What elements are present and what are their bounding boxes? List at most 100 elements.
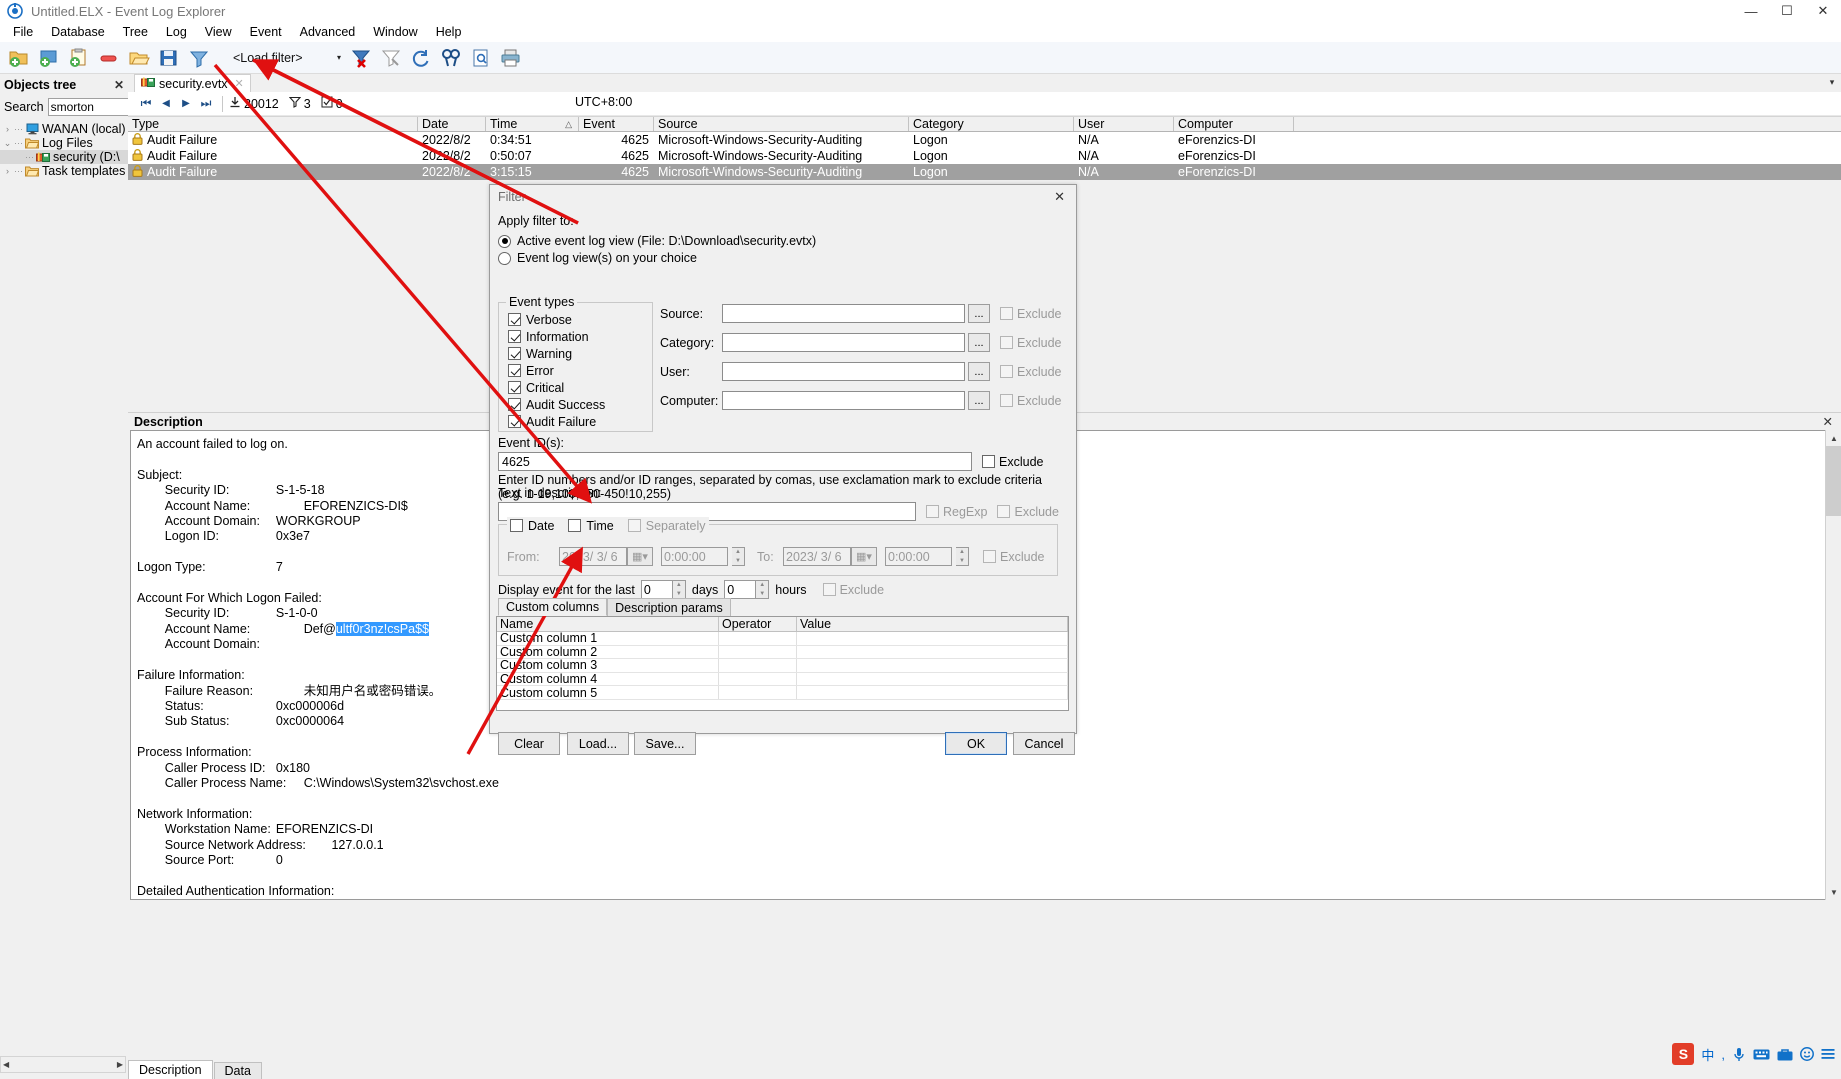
language-indicator[interactable]: 中 bbox=[1701, 1045, 1714, 1064]
checkbox[interactable] bbox=[508, 381, 521, 394]
menu-view[interactable]: View bbox=[196, 23, 241, 41]
tab-description[interactable]: Description bbox=[128, 1060, 213, 1079]
computer-input[interactable] bbox=[722, 391, 965, 410]
checkbox[interactable] bbox=[1000, 365, 1013, 378]
new-computer-icon[interactable] bbox=[34, 44, 64, 72]
maximize-button[interactable]: ☐ bbox=[1769, 0, 1805, 22]
tab-scroll-down-icon[interactable]: ▾ bbox=[1825, 75, 1839, 89]
source-input[interactable] bbox=[722, 304, 965, 323]
column-header-type[interactable]: Type bbox=[128, 117, 418, 131]
table-row[interactable]: Audit Failure 2022/8/2 3:15:15 4625 Micr… bbox=[128, 164, 1841, 180]
load-button[interactable]: Load... bbox=[567, 732, 629, 755]
checkbox[interactable] bbox=[997, 505, 1011, 518]
filter-icon[interactable] bbox=[184, 44, 214, 72]
checkbox-information[interactable]: Information bbox=[508, 328, 652, 345]
separately-checkbox-row[interactable]: Separately bbox=[627, 517, 706, 534]
checkbox[interactable] bbox=[508, 330, 521, 343]
ok-button[interactable]: OK bbox=[945, 732, 1007, 755]
tab-custom-columns[interactable]: Custom columns bbox=[498, 598, 608, 616]
checkbox[interactable] bbox=[1000, 394, 1013, 407]
checkbox[interactable] bbox=[1000, 336, 1013, 349]
checkbox[interactable] bbox=[822, 583, 836, 596]
column-header-time[interactable]: Time △ bbox=[486, 117, 579, 131]
find-icon[interactable] bbox=[436, 44, 466, 72]
filter-off-icon[interactable] bbox=[376, 44, 406, 72]
hours-input[interactable]: 0 bbox=[724, 580, 757, 599]
save-icon[interactable] bbox=[154, 44, 184, 72]
range-exclude-option[interactable]: Exclude bbox=[983, 550, 1044, 564]
tab-description-params[interactable]: Description params bbox=[607, 598, 731, 616]
scroll-down-icon[interactable]: ▼ bbox=[1826, 884, 1841, 900]
time-checkbox-row[interactable]: Time bbox=[568, 517, 614, 534]
smile-icon[interactable] bbox=[1800, 1047, 1814, 1061]
user-browse-button[interactable]: ... bbox=[968, 362, 990, 381]
checkbox[interactable] bbox=[508, 364, 521, 377]
last-record-button[interactable]: ⏭ bbox=[196, 94, 216, 114]
minimize-button[interactable]: — bbox=[1733, 0, 1769, 22]
checkbox[interactable] bbox=[982, 455, 995, 468]
radio-active-event-log-view[interactable]: Active event log view (File: D:\Download… bbox=[498, 234, 1068, 248]
menu-help[interactable]: Help bbox=[427, 23, 471, 41]
checkbox[interactable] bbox=[508, 415, 521, 428]
days-input[interactable]: 0 bbox=[640, 580, 673, 599]
table-row[interactable]: Custom column 3 bbox=[497, 658, 1068, 673]
checkbox[interactable] bbox=[510, 519, 523, 532]
scroll-right-icon[interactable]: ▶ bbox=[117, 1060, 123, 1069]
date-checkbox-row[interactable]: Date bbox=[510, 517, 554, 534]
close-icon[interactable]: ✕ bbox=[235, 77, 244, 90]
table-row[interactable]: Custom column 1 bbox=[497, 631, 1068, 646]
radio-event-log-views-choice[interactable]: Event log view(s) on your choice bbox=[498, 251, 1068, 265]
from-date-input[interactable]: 2023/ 3/ 6 bbox=[559, 547, 627, 566]
to-date-calendar-icon[interactable]: ▦▾ bbox=[851, 547, 877, 566]
close-icon[interactable]: ✕ bbox=[114, 78, 124, 92]
print-preview-icon[interactable] bbox=[466, 44, 496, 72]
cancel-button[interactable]: Cancel bbox=[1013, 732, 1075, 755]
computer-exclude[interactable]: Exclude bbox=[1000, 394, 1061, 408]
category-browse-button[interactable]: ... bbox=[968, 333, 990, 352]
menu-database[interactable]: Database bbox=[42, 23, 114, 41]
load-filter-combo[interactable]: <Load filter> ▾ bbox=[228, 47, 346, 68]
radio-button[interactable] bbox=[498, 251, 511, 265]
column-header-user[interactable]: User bbox=[1074, 117, 1174, 131]
menu-tree[interactable]: Tree bbox=[114, 23, 157, 41]
from-time-input[interactable]: 0:00:00 bbox=[661, 547, 728, 566]
column-header-date[interactable]: Date bbox=[418, 117, 486, 131]
toolbox-icon[interactable] bbox=[1777, 1048, 1793, 1061]
user-exclude[interactable]: Exclude bbox=[1000, 365, 1061, 379]
cc-column-name[interactable]: Name bbox=[497, 617, 719, 631]
previous-record-button[interactable]: ◀ bbox=[156, 94, 176, 114]
tree-item-security[interactable]: ⋯ security (D:\ bbox=[0, 150, 128, 164]
refresh-icon[interactable] bbox=[406, 44, 436, 72]
next-record-button[interactable]: ▶ bbox=[176, 94, 196, 114]
text-exclude-option[interactable]: Exclude bbox=[997, 505, 1059, 519]
from-time-spinner[interactable]: ▲ ▼ bbox=[732, 547, 745, 566]
open-icon[interactable] bbox=[124, 44, 154, 72]
tree-item-log-files[interactable]: ⌄ ⋯ Log Files bbox=[0, 136, 128, 150]
scroll-left-icon[interactable]: ◀ bbox=[3, 1060, 9, 1069]
table-row[interactable]: Custom column 5 bbox=[497, 686, 1068, 700]
checkbox[interactable] bbox=[508, 313, 521, 326]
chevron-right-icon[interactable]: › bbox=[2, 166, 13, 176]
scroll-up-icon[interactable]: ▲ bbox=[1826, 430, 1841, 446]
checkbox[interactable] bbox=[508, 398, 521, 411]
column-header-event[interactable]: Event bbox=[579, 117, 654, 131]
menu-event[interactable]: Event bbox=[241, 23, 291, 41]
checkbox[interactable] bbox=[508, 347, 521, 360]
column-header-computer[interactable]: Computer bbox=[1174, 117, 1294, 131]
first-record-button[interactable]: ⏮ bbox=[136, 94, 156, 114]
category-exclude[interactable]: Exclude bbox=[1000, 336, 1061, 350]
from-date-calendar-icon[interactable]: ▦▾ bbox=[627, 547, 653, 566]
hours-spinner[interactable]: ▲ ▼ bbox=[756, 580, 770, 599]
remove-icon[interactable] bbox=[94, 44, 124, 72]
checkbox[interactable] bbox=[1000, 307, 1013, 320]
event-ids-exclude[interactable]: Exclude bbox=[982, 455, 1043, 469]
column-header-source[interactable]: Source bbox=[654, 117, 909, 131]
sogou-icon[interactable]: S bbox=[1672, 1043, 1695, 1065]
event-ids-input[interactable] bbox=[498, 452, 972, 471]
table-row[interactable]: Custom column 4 bbox=[497, 672, 1068, 687]
user-input[interactable] bbox=[722, 362, 965, 381]
category-input[interactable] bbox=[722, 333, 965, 352]
document-tab-security[interactable]: security.evtx ✕ bbox=[134, 74, 251, 92]
checkbox-verbose[interactable]: Verbose bbox=[508, 311, 652, 328]
mic-icon[interactable] bbox=[1732, 1047, 1746, 1062]
